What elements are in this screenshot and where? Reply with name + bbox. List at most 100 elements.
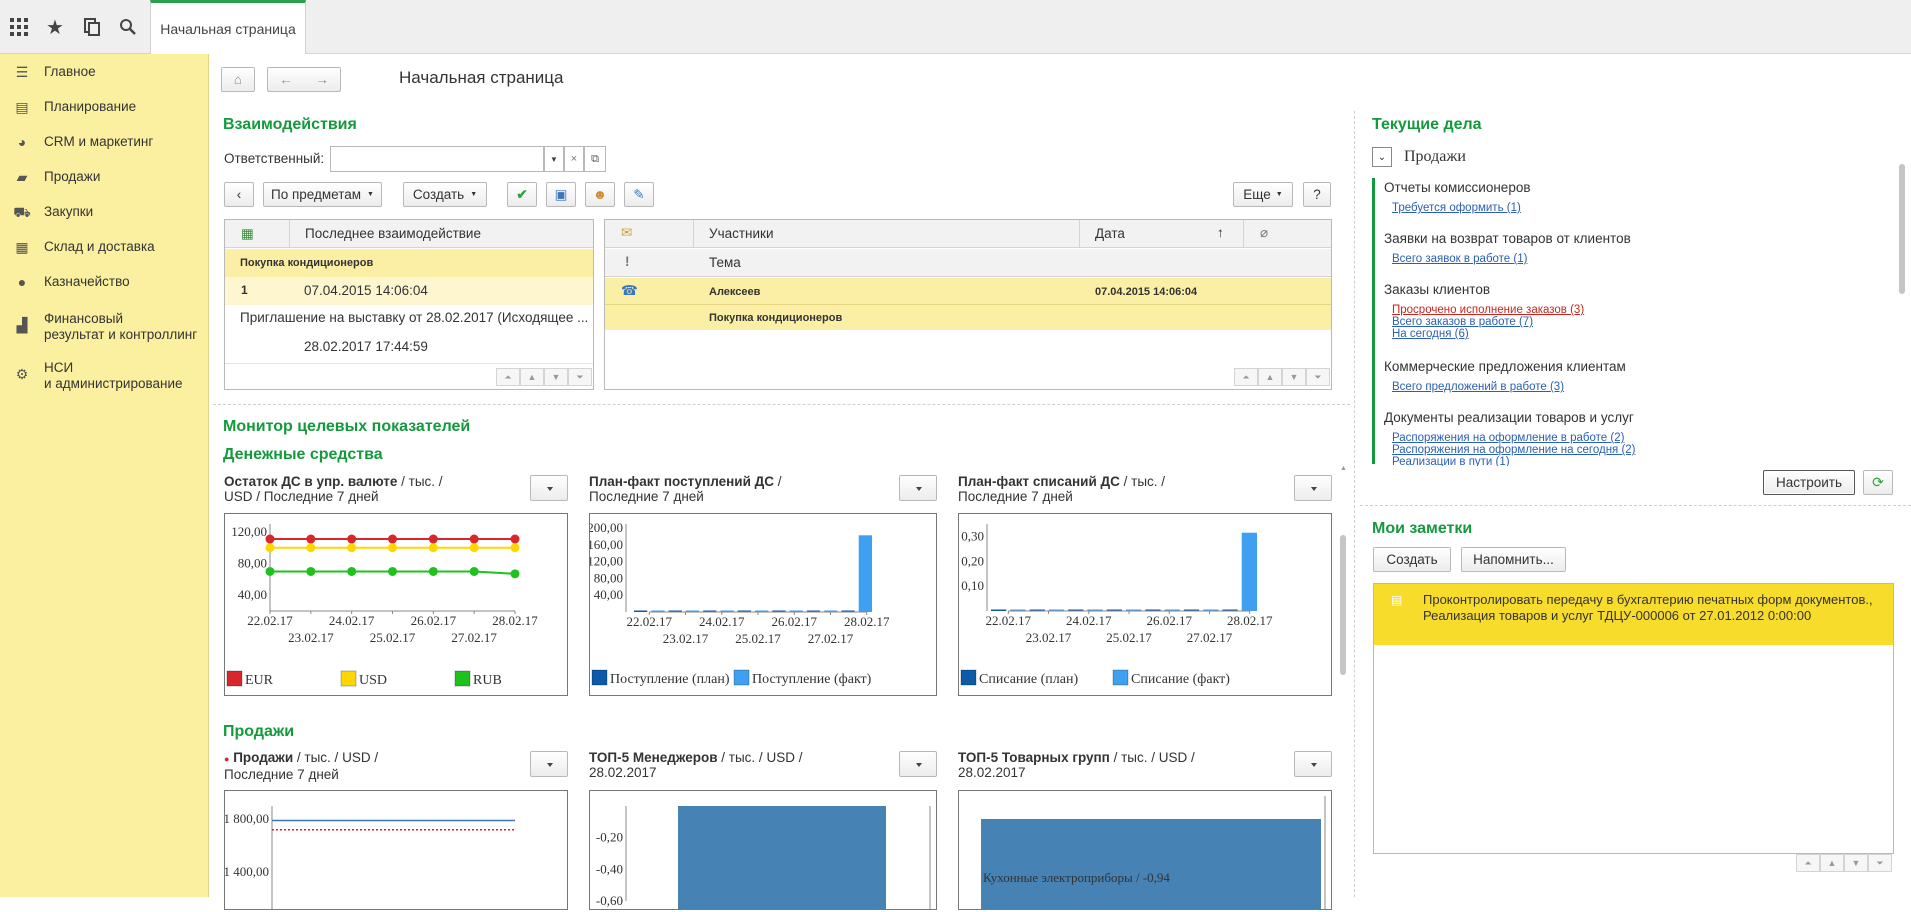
- chart-title-units: / тыс. / USD /: [1109, 750, 1195, 765]
- chart-settings-dropdown[interactable]: [530, 751, 568, 777]
- responsible-dropdown-button[interactable]: ▼: [544, 146, 564, 172]
- history-icon[interactable]: [80, 15, 104, 39]
- interactions-title: Взаимодействия: [223, 116, 357, 133]
- responsible-input[interactable]: [330, 146, 544, 172]
- apps-grid-icon[interactable]: [7, 15, 31, 39]
- task-link[interactable]: Реализации в пути (1): [1392, 456, 1510, 466]
- sidebar-item-crm[interactable]: ◕ CRM и маркетинг: [0, 134, 209, 150]
- column-participants[interactable]: Участники: [709, 226, 774, 241]
- next-page-icon[interactable]: ▼: [544, 368, 568, 386]
- search-icon[interactable]: [116, 15, 140, 39]
- task-link-overdue[interactable]: Просрочено исполнение заказов (3): [1392, 304, 1584, 316]
- chart-title-cash-balance: Остаток ДС в упр. валюте / тыс. / USD / П…: [224, 474, 443, 504]
- sidebar-item-warehouse[interactable]: ▦ Склад и доставка: [0, 239, 209, 256]
- prev-page-icon[interactable]: ▲: [520, 368, 544, 386]
- complete-button[interactable]: ✔: [507, 182, 537, 207]
- main-scrollbar[interactable]: ▲: [1339, 465, 1347, 897]
- more-button[interactable]: Еще ▼: [1233, 182, 1293, 207]
- chart-svg: Кухонные электроприборы / -0,94: [981, 796, 1326, 909]
- mail-sign-button[interactable]: ✎: [624, 182, 654, 207]
- row-description[interactable]: Приглашение на выставку от 28.02.2017 (И…: [240, 310, 590, 325]
- right-table-pager[interactable]: ⏶ ▲ ▼ ⏷: [1234, 368, 1330, 386]
- remind-button[interactable]: Напомнить...: [1461, 547, 1566, 572]
- x-tick-label: 23.02.17: [288, 630, 334, 645]
- sidebar-item-finance[interactable]: ▟ Финансовый результат и контроллинг: [0, 311, 209, 343]
- legend-label: Поступление (факт): [752, 672, 872, 687]
- checkmark-icon: ✔: [516, 186, 528, 202]
- configure-button[interactable]: Настроить: [1763, 470, 1855, 495]
- data-point-eur: [428, 534, 438, 544]
- last-page-icon[interactable]: ⏷: [1306, 368, 1330, 386]
- first-page-icon[interactable]: ⏶: [1796, 854, 1820, 872]
- task-link[interactable]: Всего заявок в работе (1): [1392, 253, 1527, 265]
- sidebar-item-planning[interactable]: ▤ Планирование: [0, 99, 209, 116]
- first-page-icon[interactable]: ⏶: [1234, 368, 1258, 386]
- task-heading: Отчеты комиссионеров: [1384, 180, 1531, 195]
- home-icon: ⌂: [233, 72, 243, 87]
- sidebar-item-purchases[interactable]: ⛟ Закупки: [0, 204, 209, 223]
- left-table-pager[interactable]: ⏶ ▲ ▼ ⏷: [496, 368, 592, 386]
- chart-title-period: USD / Последние 7 дней: [224, 489, 379, 504]
- sidebar-item-sales[interactable]: ▰ Продажи: [0, 169, 209, 186]
- sidebar-item-main[interactable]: ☰ Главное: [0, 64, 209, 81]
- last-page-icon[interactable]: ⏷: [568, 368, 592, 386]
- chart-title-period: Последние 7 дней: [224, 767, 339, 782]
- sort-ascending-icon[interactable]: ↑: [1217, 225, 1224, 240]
- create-button[interactable]: Создать ▼: [403, 182, 487, 207]
- chart-settings-dropdown[interactable]: [1294, 751, 1332, 777]
- task-link[interactable]: Всего заказов в работе (7): [1392, 316, 1533, 328]
- task-link[interactable]: Распоряжения на оформление на сегодня (2…: [1392, 444, 1636, 456]
- bar-manager: [678, 806, 886, 912]
- note-create-button[interactable]: Создать: [1373, 547, 1451, 572]
- scrollbar-thumb[interactable]: [1340, 535, 1346, 675]
- tasks-scrollbar[interactable]: [1898, 148, 1906, 448]
- document-button[interactable]: ▣: [546, 182, 576, 207]
- by-subject-button[interactable]: По предметам ▼: [263, 182, 382, 207]
- responsible-label: Ответственный:: [224, 151, 325, 166]
- column-date[interactable]: Дата: [1095, 226, 1125, 241]
- column-subject[interactable]: Тема: [709, 255, 741, 270]
- open-icon[interactable]: ⧉: [584, 146, 606, 172]
- task-link[interactable]: Требуется оформить (1): [1392, 202, 1521, 214]
- chart-settings-dropdown[interactable]: [899, 751, 937, 777]
- notes-pager[interactable]: ⏶ ▲ ▼ ⏷: [1796, 854, 1892, 872]
- sidebar-item-treasury[interactable]: ● Казначейство: [0, 274, 209, 290]
- back-forward-buttons[interactable]: ← →: [267, 67, 341, 92]
- chart-settings-dropdown[interactable]: [1294, 475, 1332, 501]
- back-arrow-icon[interactable]: ←: [279, 72, 293, 87]
- sidebar-item-admin[interactable]: ⚙ НСИ и администрирование: [0, 360, 209, 392]
- chart-top-groups: Кухонные электроприборы / -0,94: [958, 790, 1332, 910]
- prev-page-icon[interactable]: ▲: [1258, 368, 1282, 386]
- task-link[interactable]: Распоряжения на оформление в работе (2): [1392, 432, 1624, 444]
- scroll-up-icon[interactable]: ▲: [1340, 465, 1347, 475]
- chart-title-period: 28.02.2017: [589, 765, 657, 780]
- last-page-icon[interactable]: ⏷: [1868, 854, 1892, 872]
- next-page-icon[interactable]: ▼: [1844, 854, 1868, 872]
- home-button[interactable]: ⌂: [221, 67, 255, 92]
- help-button[interactable]: ?: [1303, 182, 1331, 207]
- scrollbar-thumb[interactable]: [1899, 164, 1905, 294]
- contact-button[interactable]: ☻: [585, 182, 615, 207]
- favorites-star-icon[interactable]: ★: [43, 15, 67, 39]
- tab-home[interactable]: Начальная страница: [150, 0, 306, 54]
- chart-settings-dropdown[interactable]: [530, 475, 568, 501]
- phone-call-icon: ☎: [621, 283, 638, 298]
- monitor-title: Монитор целевых показателей: [223, 418, 471, 435]
- y-tick-label: 1 400,00: [225, 864, 269, 879]
- collapse-button[interactable]: ‹: [224, 182, 254, 207]
- section-divider: [213, 404, 1350, 405]
- clear-icon[interactable]: ×: [564, 146, 584, 172]
- data-point-usd: [265, 543, 275, 553]
- chart-settings-dropdown[interactable]: [899, 475, 937, 501]
- task-link[interactable]: На сегодня (6): [1392, 328, 1469, 340]
- next-page-icon[interactable]: ▼: [1282, 368, 1306, 386]
- prev-page-icon[interactable]: ▲: [1820, 854, 1844, 872]
- data-point-eur: [265, 534, 275, 544]
- refresh-button[interactable]: ⟳: [1863, 470, 1893, 495]
- forward-arrow-icon[interactable]: →: [315, 72, 329, 87]
- collapse-toggle[interactable]: ⌄: [1372, 147, 1392, 167]
- column-last-interaction[interactable]: Последнее взаимодействие: [305, 226, 481, 241]
- task-link[interactable]: Всего предложений в работе (3): [1392, 381, 1564, 393]
- group-row[interactable]: Покупка кондиционеров: [225, 249, 593, 277]
- first-page-icon[interactable]: ⏶: [496, 368, 520, 386]
